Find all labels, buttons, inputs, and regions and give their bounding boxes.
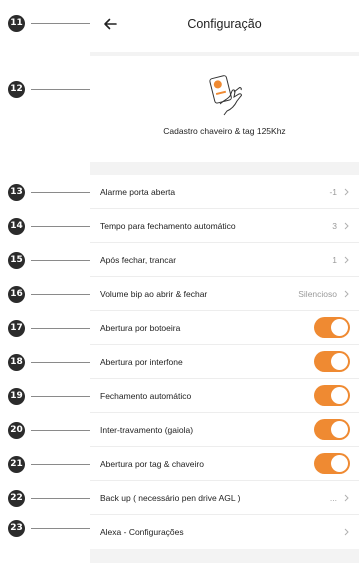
callout-badge: 23	[8, 519, 25, 537]
setting-label: Back up ( necessário pen drive AGL )	[100, 492, 241, 503]
setting-value: -1	[329, 186, 337, 197]
toggle-knob	[331, 387, 348, 404]
callout-21: 21	[8, 455, 98, 473]
toggle-switch[interactable]	[314, 419, 350, 440]
callout-badge: 21	[8, 455, 25, 473]
setting-alarm-door-open[interactable]: Alarme porta aberta -1	[90, 175, 359, 209]
setting-label: Alexa - Configurações	[100, 527, 184, 537]
setting-auto-close-time[interactable]: Tempo para fechamento automático 3	[90, 209, 359, 243]
chevron-right-icon	[342, 494, 350, 502]
callout-badge: 18	[8, 353, 25, 371]
setting-label: Após fechar, trancar	[100, 254, 177, 265]
callout-22: 22	[8, 489, 98, 507]
toggle-switch[interactable]	[314, 317, 350, 338]
leader-line	[31, 527, 98, 529]
setting-auto-close: Fechamento automático	[90, 379, 359, 413]
callout-badge: 19	[8, 387, 25, 405]
setting-beep-volume[interactable]: Volume bip ao abrir & fechar Silencioso	[90, 277, 359, 311]
setting-open-by-button: Abertura por botoeira	[90, 311, 359, 345]
callout-23: 23	[8, 519, 98, 537]
leader-line	[31, 361, 98, 363]
callout-badge: 12	[8, 80, 25, 98]
setting-label: Abertura por botoeira	[100, 322, 181, 333]
setting-open-by-intercom: Abertura por interfone	[90, 345, 359, 379]
setting-label: Abertura por interfone	[100, 356, 183, 367]
settings-screen: Configuração Cadastro chaveiro & tag 125…	[90, 0, 359, 563]
setting-open-by-tag: Abertura por tag & chaveiro	[90, 447, 359, 481]
tag-card-hand-icon	[209, 75, 242, 116]
chevron-right-icon	[342, 528, 350, 536]
settings-list: Alarme porta aberta -1 Tempo para fecham…	[90, 175, 359, 549]
chevron-right-icon	[342, 188, 350, 196]
callout-14: 14	[8, 217, 98, 235]
setting-label: Abertura por tag & chaveiro	[100, 458, 204, 469]
callout-badge: 17	[8, 319, 25, 337]
tag-registration-card[interactable]: Cadastro chaveiro & tag 125Khz	[90, 56, 359, 162]
toggle-switch[interactable]	[314, 453, 350, 474]
callout-20: 20	[8, 421, 98, 439]
setting-label: Alarme porta aberta	[100, 186, 176, 197]
chevron-right-icon	[342, 256, 350, 264]
toggle-knob	[331, 319, 348, 336]
toggle-knob	[331, 353, 348, 370]
toggle-knob	[331, 455, 348, 472]
chevron-right-icon	[342, 222, 350, 230]
leader-line	[31, 429, 98, 431]
callout-15: 15	[8, 251, 98, 269]
leader-line	[31, 225, 98, 227]
callout-badge: 13	[8, 183, 25, 201]
callout-16: 16	[8, 285, 98, 303]
setting-label: Fechamento automático	[100, 390, 192, 401]
callout-badge: 14	[8, 217, 25, 235]
tag-registration-label: Cadastro chaveiro & tag 125Khz	[163, 126, 286, 136]
leader-line	[31, 497, 98, 499]
setting-label: Inter-travamento (gaiola)	[100, 424, 194, 435]
callout-badge: 20	[8, 421, 25, 439]
setting-backup[interactable]: Back up ( necessário pen drive AGL ) ...	[90, 481, 359, 515]
leader-line	[31, 395, 98, 397]
leader-line	[31, 327, 98, 329]
toggle-switch[interactable]	[314, 385, 350, 406]
callout-13: 13	[8, 183, 98, 201]
callout-17: 17	[8, 319, 98, 337]
callout-18: 18	[8, 353, 98, 371]
leader-line	[31, 259, 98, 261]
setting-interlock: Inter-travamento (gaiola)	[90, 413, 359, 447]
callout-19: 19	[8, 387, 98, 405]
setting-lock-after-close[interactable]: Após fechar, trancar 1	[90, 243, 359, 277]
setting-label: Tempo para fechamento automático	[100, 220, 236, 231]
callout-badge: 22	[8, 489, 25, 507]
leader-line	[31, 293, 98, 295]
leader-line	[31, 191, 98, 193]
callout-badge: 15	[8, 251, 25, 269]
chevron-right-icon	[342, 290, 350, 298]
setting-value: 3	[332, 220, 337, 231]
setting-value: Silencioso	[298, 288, 337, 299]
setting-alexa[interactable]: Alexa - Configurações	[90, 515, 359, 549]
setting-label: Volume bip ao abrir & fechar	[100, 288, 208, 299]
callout-badge: 16	[8, 285, 25, 303]
leader-line	[31, 463, 98, 465]
setting-value: 1	[332, 254, 337, 265]
page-title: Configuração	[187, 17, 262, 31]
toggle-knob	[331, 421, 348, 438]
callout-badge: 11	[8, 14, 25, 32]
setting-value: ...	[329, 492, 337, 503]
top-bar: Configuração	[90, 0, 359, 52]
toggle-switch[interactable]	[314, 351, 350, 372]
